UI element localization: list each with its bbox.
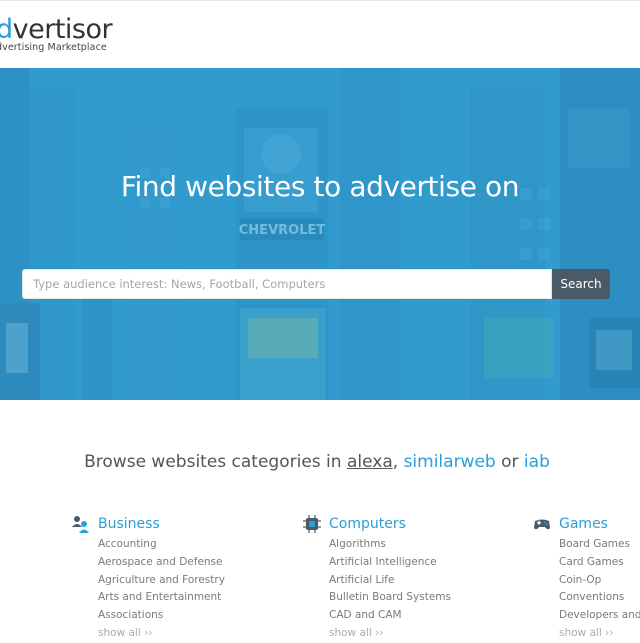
show-all-link[interactable]: show all ›› xyxy=(559,625,640,643)
category-item[interactable]: Accounting xyxy=(98,536,225,554)
hero-title: Find websites to advertise on xyxy=(120,170,520,203)
browse-or: or xyxy=(501,452,519,472)
category-item[interactable]: Coin-Op xyxy=(559,572,640,590)
category-item[interactable]: Arts and Entertainment xyxy=(98,589,225,607)
category-item[interactable]: Developers and P xyxy=(559,607,640,625)
iab-link[interactable]: iab xyxy=(524,452,550,472)
category-item[interactable]: Artificial Intelligence xyxy=(329,554,451,572)
times-square-background-image: CHEVROLET xyxy=(0,68,640,400)
browse-prefix: Browse websites categories in xyxy=(84,452,342,472)
category-item[interactable]: Associations xyxy=(98,607,225,625)
category-item[interactable]: Card Games xyxy=(559,554,640,572)
show-all-link[interactable]: show all ›› xyxy=(329,625,451,643)
hero-banner: CHEVROLET Find websites to advertise on … xyxy=(0,68,640,400)
alexa-link[interactable]: alexa xyxy=(347,452,393,472)
category-item[interactable]: Bulletin Board Systems xyxy=(329,589,451,607)
category-business: Business Accounting Aerospace and Defens… xyxy=(72,514,225,643)
browse-separator: , xyxy=(392,452,399,472)
chip-icon xyxy=(303,515,321,533)
category-item[interactable]: Board Games xyxy=(559,536,640,554)
gamepad-icon xyxy=(534,519,550,530)
search-button[interactable]: Search xyxy=(552,269,610,299)
business-people-icon xyxy=(72,516,89,533)
category-item[interactable]: CAD and CAM xyxy=(329,607,451,625)
category-games: Games Board Games Card Games Coin-Op Con… xyxy=(533,514,640,643)
category-computers: Computers Algorithms Artificial Intellig… xyxy=(303,514,451,643)
site-header: dvertisor dvertising Marketplace xyxy=(0,0,640,69)
category-item[interactable]: Aerospace and Defense xyxy=(98,554,225,572)
category-title[interactable]: Business xyxy=(98,516,160,532)
similarweb-link[interactable]: similarweb xyxy=(404,452,496,472)
category-item[interactable]: Artificial Life xyxy=(329,572,451,590)
browse-heading: Browse websites categories in alexa, sim… xyxy=(0,452,634,472)
show-all-link[interactable]: show all ›› xyxy=(98,625,225,643)
logo-tagline: dvertising Marketplace xyxy=(0,42,107,53)
category-title[interactable]: Games xyxy=(559,516,608,532)
category-item[interactable]: Algorithms xyxy=(329,536,451,554)
logo-wordmark: dvertisor xyxy=(0,14,113,45)
category-title[interactable]: Computers xyxy=(329,516,406,532)
category-item[interactable]: Conventions xyxy=(559,589,640,607)
site-logo[interactable]: dvertisor dvertising Marketplace xyxy=(0,14,113,54)
search-input[interactable] xyxy=(22,269,552,299)
category-item[interactable]: Agriculture and Forestry xyxy=(98,572,225,590)
